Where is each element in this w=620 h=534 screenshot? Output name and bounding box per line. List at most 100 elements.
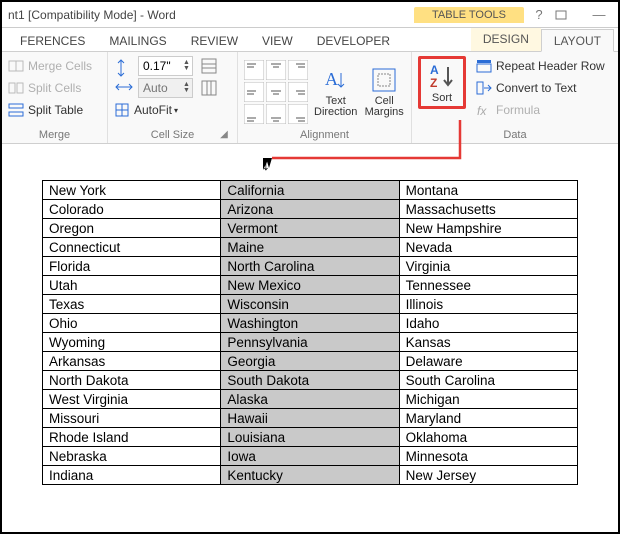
- table-cell[interactable]: Pennsylvania: [221, 333, 399, 352]
- table-cell[interactable]: Indiana: [43, 466, 221, 485]
- col-width-input[interactable]: ▲▼: [138, 78, 193, 98]
- row-height-input[interactable]: ▲▼: [138, 56, 193, 76]
- table-cell[interactable]: South Carolina: [399, 371, 577, 390]
- align-mid-right-button[interactable]: [288, 82, 308, 102]
- autofit-button[interactable]: AutoFit ▾: [114, 100, 231, 120]
- table-cell[interactable]: Delaware: [399, 352, 577, 371]
- text-direction-button[interactable]: A Text Direction: [314, 65, 357, 118]
- distribute-cols-icon[interactable]: [201, 80, 217, 96]
- row-height-value[interactable]: [141, 58, 181, 74]
- table-cell[interactable]: Nevada: [399, 238, 577, 257]
- convert-to-text-button[interactable]: Convert to Text: [476, 78, 605, 98]
- table-cell[interactable]: Iowa: [221, 447, 399, 466]
- table-cell[interactable]: Connecticut: [43, 238, 221, 257]
- table-cell[interactable]: Idaho: [399, 314, 577, 333]
- table-row[interactable]: ArkansasGeorgiaDelaware: [43, 352, 578, 371]
- table-cell[interactable]: Arkansas: [43, 352, 221, 371]
- help-button[interactable]: ?: [524, 7, 554, 22]
- tab-review[interactable]: REVIEW: [179, 30, 250, 51]
- tab-developer[interactable]: DEVELOPER: [305, 30, 402, 51]
- align-bot-right-button[interactable]: [288, 104, 308, 124]
- table-row[interactable]: North DakotaSouth DakotaSouth Carolina: [43, 371, 578, 390]
- tab-design[interactable]: DESIGN: [471, 28, 541, 51]
- repeat-header-rows-button[interactable]: Repeat Header Row: [476, 56, 605, 76]
- table-cell[interactable]: Illinois: [399, 295, 577, 314]
- table-cell[interactable]: North Carolina: [221, 257, 399, 276]
- table-cell[interactable]: Missouri: [43, 409, 221, 428]
- cell-margins-button[interactable]: Cell Margins: [363, 65, 405, 118]
- table-cell[interactable]: Nebraska: [43, 447, 221, 466]
- distribute-rows-icon[interactable]: [201, 58, 217, 74]
- table-cell[interactable]: Montana: [399, 181, 577, 200]
- table-cell[interactable]: Kansas: [399, 333, 577, 352]
- formula-button[interactable]: fx Formula: [476, 100, 605, 120]
- states-table[interactable]: New YorkCaliforniaMontanaColoradoArizona…: [42, 180, 578, 485]
- table-row[interactable]: New YorkCaliforniaMontana: [43, 181, 578, 200]
- table-cell[interactable]: Louisiana: [221, 428, 399, 447]
- minimize-button[interactable]: —: [584, 7, 614, 22]
- table-row[interactable]: UtahNew MexicoTennessee: [43, 276, 578, 295]
- table-cell[interactable]: Tennessee: [399, 276, 577, 295]
- tab-view[interactable]: VIEW: [250, 30, 305, 51]
- align-top-right-button[interactable]: [288, 60, 308, 80]
- split-table-button[interactable]: Split Table: [8, 100, 92, 120]
- ribbon-display-options-button[interactable]: [554, 8, 584, 22]
- table-cell[interactable]: Oklahoma: [399, 428, 577, 447]
- table-cell[interactable]: Alaska: [221, 390, 399, 409]
- table-cell[interactable]: West Virginia: [43, 390, 221, 409]
- table-row[interactable]: TexasWisconsinIllinois: [43, 295, 578, 314]
- tab-mailings[interactable]: MAILINGS: [97, 30, 178, 51]
- table-cell[interactable]: Utah: [43, 276, 221, 295]
- stepper-arrows-icon[interactable]: ▲▼: [183, 60, 190, 72]
- table-cell[interactable]: Wyoming: [43, 333, 221, 352]
- table-row[interactable]: WyomingPennsylvaniaKansas: [43, 333, 578, 352]
- merge-cells-button[interactable]: Merge Cells: [8, 56, 92, 76]
- align-mid-center-button[interactable]: [266, 82, 286, 102]
- align-bot-left-button[interactable]: [244, 104, 264, 124]
- table-cell[interactable]: Minnesota: [399, 447, 577, 466]
- tab-layout[interactable]: LAYOUT: [541, 29, 614, 52]
- alignment-grid[interactable]: [244, 60, 308, 124]
- table-cell[interactable]: New Jersey: [399, 466, 577, 485]
- table-cell[interactable]: New Mexico: [221, 276, 399, 295]
- align-bot-center-button[interactable]: [266, 104, 286, 124]
- table-row[interactable]: MissouriHawaiiMaryland: [43, 409, 578, 428]
- table-cell[interactable]: Florida: [43, 257, 221, 276]
- table-cell[interactable]: North Dakota: [43, 371, 221, 390]
- table-cell[interactable]: Vermont: [221, 219, 399, 238]
- table-cell[interactable]: South Dakota: [221, 371, 399, 390]
- align-top-left-button[interactable]: [244, 60, 264, 80]
- align-top-center-button[interactable]: [266, 60, 286, 80]
- table-cell[interactable]: Ohio: [43, 314, 221, 333]
- table-row[interactable]: OhioWashingtonIdaho: [43, 314, 578, 333]
- table-row[interactable]: IndianaKentuckyNew Jersey: [43, 466, 578, 485]
- sort-button[interactable]: A Z Sort: [423, 61, 461, 104]
- table-row[interactable]: Rhode IslandLouisianaOklahoma: [43, 428, 578, 447]
- table-row[interactable]: OregonVermontNew Hampshire: [43, 219, 578, 238]
- tab-references[interactable]: FERENCES: [8, 30, 97, 51]
- table-cell[interactable]: Oregon: [43, 219, 221, 238]
- table-cell[interactable]: Maryland: [399, 409, 577, 428]
- table-cell[interactable]: Washington: [221, 314, 399, 333]
- table-cell[interactable]: Michigan: [399, 390, 577, 409]
- split-cells-button[interactable]: Split Cells: [8, 78, 92, 98]
- stepper-arrows-icon[interactable]: ▲▼: [183, 82, 190, 94]
- table-cell[interactable]: New York: [43, 181, 221, 200]
- table-cell[interactable]: Maine: [221, 238, 399, 257]
- table-row[interactable]: ColoradoArizonaMassachusetts: [43, 200, 578, 219]
- table-row[interactable]: ConnecticutMaineNevada: [43, 238, 578, 257]
- table-cell[interactable]: Hawaii: [221, 409, 399, 428]
- table-row[interactable]: West VirginiaAlaskaMichigan: [43, 390, 578, 409]
- table-cell[interactable]: Rhode Island: [43, 428, 221, 447]
- table-row[interactable]: NebraskaIowaMinnesota: [43, 447, 578, 466]
- table-cell[interactable]: Wisconsin: [221, 295, 399, 314]
- table-row[interactable]: FloridaNorth CarolinaVirginia: [43, 257, 578, 276]
- align-mid-left-button[interactable]: [244, 82, 264, 102]
- table-cell[interactable]: California: [221, 181, 399, 200]
- table-cell[interactable]: Texas: [43, 295, 221, 314]
- table-cell[interactable]: Georgia: [221, 352, 399, 371]
- table-cell[interactable]: Arizona: [221, 200, 399, 219]
- table-cell[interactable]: Massachusetts: [399, 200, 577, 219]
- table-cell[interactable]: New Hampshire: [399, 219, 577, 238]
- table-cell[interactable]: Virginia: [399, 257, 577, 276]
